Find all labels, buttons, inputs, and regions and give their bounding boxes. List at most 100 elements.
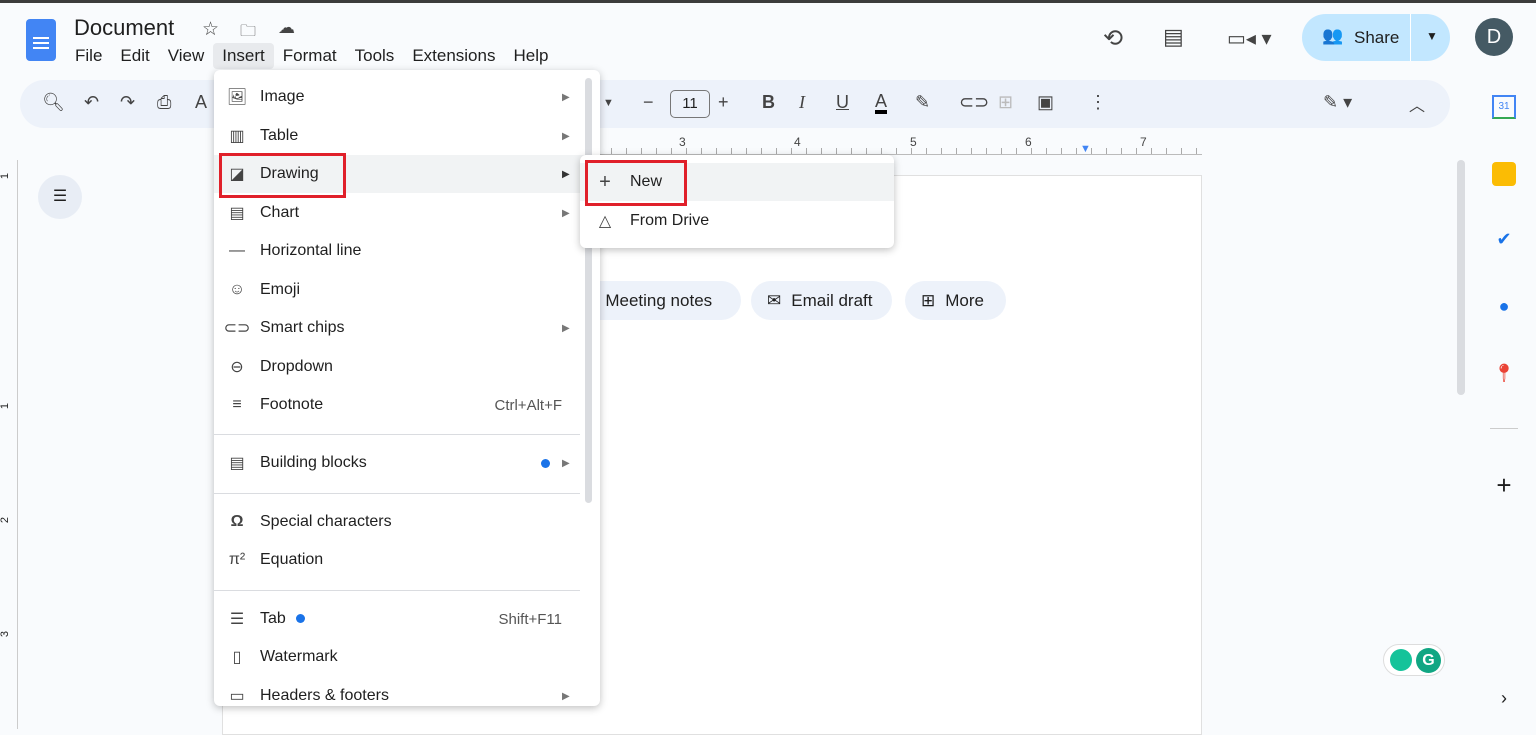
list-icon: ☰ [52, 188, 68, 205]
maps-icon[interactable]: 📍︎ [1492, 363, 1516, 387]
menu-edit[interactable]: Edit [111, 43, 158, 69]
menu-file[interactable]: File [66, 43, 111, 69]
chip-label: Meeting notes [605, 290, 713, 310]
share-dropdown-icon[interactable]: ▼ [1426, 29, 1438, 43]
new-badge-dot [541, 458, 550, 468]
menu-item-label-wrap: Tab [260, 610, 498, 628]
link-icon[interactable]: ⊂⊃ [959, 92, 989, 113]
horizontal-line-icon: — [229, 242, 245, 259]
menu-item-tab[interactable]: ☰ Tab Shift+F11 [214, 600, 600, 638]
menu-item-label: Building blocks [260, 454, 367, 471]
document-title[interactable]: Document [74, 15, 174, 41]
contacts-icon[interactable]: ● [1492, 296, 1516, 320]
footnote-icon: ≡ [232, 396, 242, 413]
more-icon: ⊞ [921, 290, 936, 310]
new-badge-dot [295, 614, 305, 623]
tasks-icon[interactable]: ✔ [1492, 229, 1516, 253]
print-icon[interactable]: ⎙ [157, 92, 171, 113]
italic-icon[interactable]: I [799, 92, 805, 113]
expand-panel-icon[interactable]: › [1492, 688, 1516, 712]
grammarly-logo-icon[interactable]: G [1416, 648, 1441, 673]
chip-email-draft[interactable]: ✉ Email draft [751, 281, 892, 320]
shortcut-label: Shift+F11 [498, 610, 562, 628]
dropdown-icon: ⊖ [230, 359, 244, 376]
menu-view[interactable]: View [159, 43, 214, 69]
menu-extensions[interactable]: Extensions [403, 43, 504, 69]
menu-item-dropdown[interactable]: ⊖ Dropdown [214, 348, 600, 386]
menu-bar: File Edit View Insert Format Tools Exten… [66, 43, 557, 69]
menu-item-headers-footers[interactable]: ▭ Headers & footers ▶ [214, 677, 600, 706]
menu-item-watermark[interactable]: ▯ Watermark [214, 638, 600, 676]
spellcheck-icon[interactable]: A [195, 92, 207, 113]
side-panel-divider [1490, 428, 1518, 429]
redo-icon[interactable]: ↷ [120, 92, 135, 113]
keep-icon[interactable] [1492, 162, 1516, 186]
menu-item-special-characters[interactable]: Ω Special characters [214, 503, 600, 541]
menu-item-label: Chart [260, 204, 300, 221]
vertical-ruler[interactable] [0, 160, 18, 729]
menu-separator [214, 434, 580, 435]
people-icon: 👥 [1322, 26, 1344, 45]
more-options-icon[interactable]: ⋮ [1089, 92, 1107, 113]
menu-item-table[interactable]: ▥ Table ▶ [214, 117, 600, 155]
menu-item-image[interactable]: 🖼︎ Image ▶ [214, 78, 600, 116]
meet-icon[interactable]: ▭◂ ▾ [1227, 26, 1272, 51]
search-menus-icon[interactable]: 🔍︎ [42, 92, 65, 113]
star-icon[interactable]: ☆ [202, 18, 219, 41]
menu-scrollbar[interactable] [585, 78, 592, 503]
menu-item-label: Watermark [260, 648, 338, 665]
collapse-toolbar-icon[interactable]: ︿ [1409, 92, 1425, 116]
right-indent-marker[interactable]: ▼ [1080, 143, 1091, 155]
menu-item-building-blocks[interactable]: ▤ Building blocks ▶ [214, 444, 600, 482]
cloud-saved-icon[interactable]: ☁ [278, 18, 295, 38]
chip-more[interactable]: ⊞ More [905, 281, 1006, 320]
version-history-icon[interactable]: ⟲ [1103, 24, 1123, 53]
insert-image-icon[interactable]: ▣ [1037, 92, 1054, 113]
document-scrollbar[interactable] [1457, 160, 1465, 395]
smart-chips-icon: ⊂⊃ [223, 320, 251, 337]
table-icon: ▥ [229, 128, 245, 145]
add-addon-icon[interactable]: + [1492, 470, 1516, 500]
add-comment-icon[interactable]: ⊞ [998, 92, 1013, 113]
undo-icon[interactable]: ↶ [84, 92, 99, 113]
editing-mode-icon[interactable]: ✎ ▾ [1323, 92, 1352, 113]
chip-label: More [945, 290, 984, 310]
decrease-font-size-icon[interactable]: − [643, 92, 654, 113]
menu-item-horizontal-line[interactable]: — Horizontal line [214, 232, 600, 270]
highlight-icon[interactable]: ✎ [915, 92, 930, 113]
ruler-label: 6 [1025, 135, 1032, 149]
comments-icon[interactable]: ▤ [1163, 24, 1184, 50]
menu-item-chart[interactable]: ▤ Chart ▶ [214, 194, 600, 232]
ruler-label: 1 [0, 172, 12, 180]
text-color-icon[interactable]: A [875, 92, 888, 114]
menu-item-emoji[interactable]: ☺ Emoji [214, 271, 600, 309]
menu-help[interactable]: Help [504, 43, 557, 69]
document-outline-button[interactable]: ☰ [38, 175, 82, 219]
grammarly-bulb-icon[interactable] [1390, 649, 1412, 671]
share-button[interactable]: 👥 Share ▼ [1302, 14, 1450, 61]
menu-insert[interactable]: Insert [213, 43, 274, 69]
grammarly-widget[interactable]: G [1383, 644, 1445, 676]
avatar[interactable]: D [1475, 18, 1513, 56]
underline-icon[interactable]: U [836, 92, 849, 113]
share-divider [1410, 14, 1411, 61]
bold-icon[interactable]: B [762, 92, 775, 113]
menu-tools[interactable]: Tools [346, 43, 404, 69]
menu-format[interactable]: Format [274, 43, 346, 69]
ruler-label: 4 [794, 135, 801, 149]
menu-item-equation[interactable]: π² Equation [214, 541, 600, 579]
docs-logo-icon[interactable] [26, 19, 56, 61]
menu-item-smart-chips[interactable]: ⊂⊃ Smart chips ▶ [214, 309, 600, 347]
font-dropdown-icon[interactable]: ▼ [603, 97, 614, 109]
menu-item-label: Horizontal line [260, 242, 362, 259]
menu-item-footnote[interactable]: ≡ Footnote Ctrl+Alt+F [214, 386, 600, 424]
calendar-icon[interactable]: 31 [1492, 95, 1516, 119]
shortcut-label: Ctrl+Alt+F [494, 396, 562, 414]
increase-font-size-icon[interactable]: + [718, 92, 729, 113]
emoji-icon: ☺ [228, 281, 246, 298]
drive-icon: △ [598, 213, 612, 230]
submenu-arrow-icon: ▶ [562, 130, 570, 142]
menu-item-label: Footnote [260, 396, 324, 413]
submenu-item-from-drive[interactable]: △ From Drive [580, 202, 894, 240]
font-size-input[interactable]: 11 [670, 90, 710, 118]
